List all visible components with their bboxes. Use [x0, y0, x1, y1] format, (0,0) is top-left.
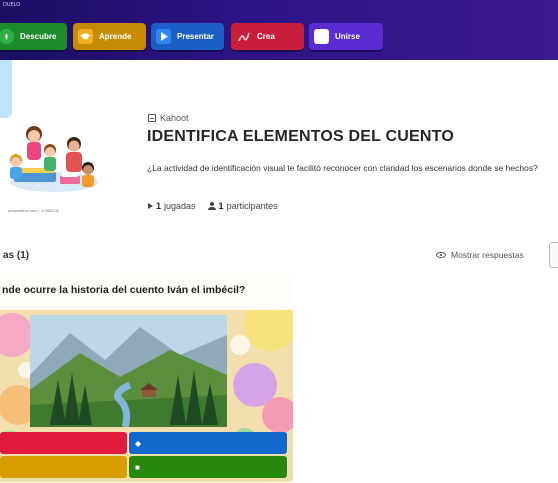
plays-label: jugadas	[164, 201, 196, 211]
kahoot-type-icon	[148, 114, 156, 122]
graduation-cap-icon	[78, 29, 93, 44]
questions-header: as (1)	[3, 250, 30, 261]
plays-stat: 1 jugadas	[148, 201, 196, 211]
participants-count: 1	[218, 201, 224, 211]
question-text: nde ocurre la historia del cuento Iván e…	[0, 275, 293, 310]
kahoot-page: DUELO Descubre Aprende Presentar Crea Un…	[0, 0, 558, 483]
participants-stat: 1 participantes	[207, 201, 278, 211]
compass-icon	[0, 29, 14, 44]
answer-yellow[interactable]	[0, 456, 127, 478]
plays-count: 1	[156, 201, 162, 211]
nav-unirse-button[interactable]: Unirse	[309, 23, 383, 50]
nav-label: Unirse	[335, 32, 360, 41]
nav-aprende-button[interactable]: Aprende	[73, 23, 146, 50]
kahoot-description: ¿La actividad de identificación visual t…	[147, 163, 538, 173]
left-highlight-panel	[0, 60, 12, 118]
kahoot-kind: Kahoot	[148, 113, 189, 123]
show-answers-label: Mostrar respuestas	[451, 250, 524, 260]
nav-label: Crea	[257, 32, 275, 41]
eye-icon	[436, 252, 446, 258]
nav-presentar-button[interactable]: Presentar	[151, 23, 224, 50]
nav-descubre-button[interactable]: Descubre	[0, 23, 67, 50]
square-icon: ■	[135, 462, 140, 472]
nav-label: Presentar	[177, 32, 214, 41]
kahoot-stats: 1 jugadas 1 participantes	[148, 201, 278, 211]
nav-label: Descubre	[20, 32, 57, 41]
pen-icon	[236, 29, 251, 44]
corner-text: DUELO	[3, 2, 21, 8]
participants-label: participantes	[226, 201, 278, 211]
game-pin-icon	[314, 29, 329, 44]
diamond-icon: ◆	[135, 438, 142, 448]
kahoot-title: IDENTIFICA ELEMENTOS DEL CUENTO	[147, 128, 454, 145]
play-count-icon	[148, 203, 153, 209]
answer-green[interactable]: ■	[129, 456, 287, 478]
person-icon	[207, 202, 216, 210]
play-icon	[156, 29, 171, 44]
collapse-toggle-button[interactable]	[549, 242, 558, 268]
top-navigation-bar: DUELO Descubre Aprende Presentar Crea Un…	[0, 0, 558, 60]
question-card[interactable]: nde ocurre la historia del cuento Iván e…	[0, 275, 293, 482]
question-image	[30, 315, 227, 427]
kahoot-kind-label: Kahoot	[160, 113, 189, 123]
nav-label: Aprende	[99, 32, 132, 41]
kahoot-cover-image	[2, 120, 102, 215]
cover-credit: dreamstime.com · 22958702	[8, 208, 59, 213]
nav-crea-button[interactable]: Crea	[231, 23, 304, 50]
answer-blue[interactable]: ◆	[129, 432, 287, 454]
answer-red[interactable]	[0, 432, 127, 454]
show-answers-button[interactable]: Mostrar respuestas	[436, 250, 524, 260]
